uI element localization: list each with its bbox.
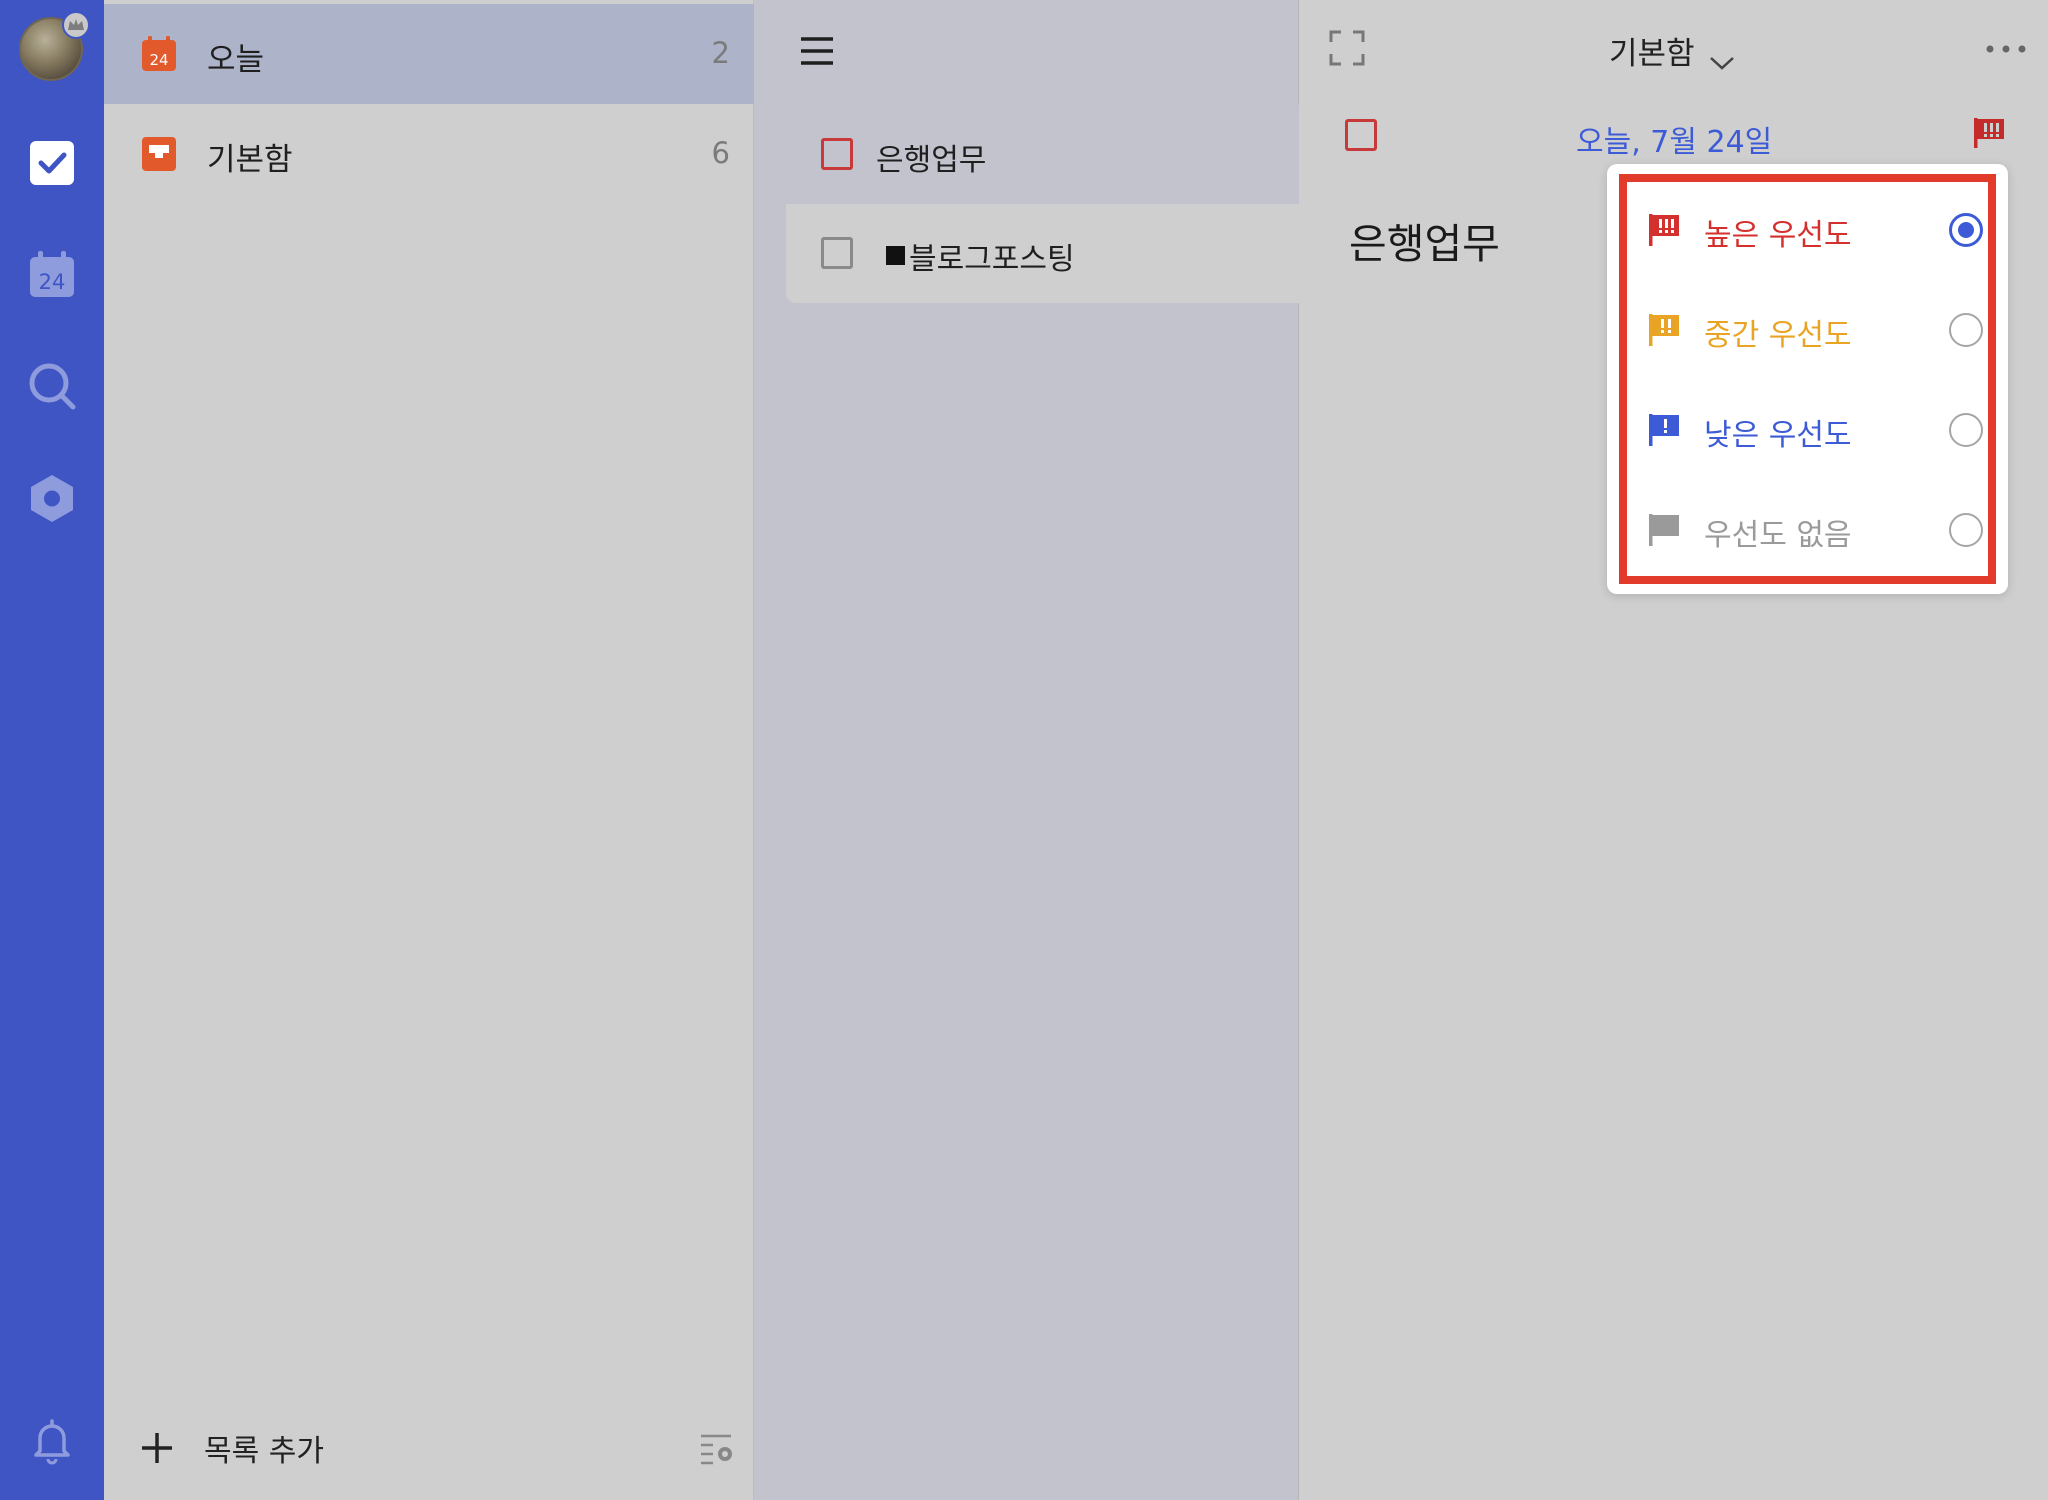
priority-label: 우선도 없음 <box>1704 518 1852 553</box>
bell-icon[interactable] <box>26 1415 78 1467</box>
task-row[interactable]: 블로그포스팅 <box>786 204 1299 303</box>
task-checkbox[interactable] <box>821 237 853 269</box>
plus-icon <box>140 1431 174 1465</box>
flag-low-icon <box>1647 412 1681 448</box>
more-options-icon[interactable] <box>1984 40 2028 53</box>
flag-high-icon <box>1647 212 1681 248</box>
crown-badge-icon <box>62 11 90 39</box>
calendar-24-icon: 24 <box>141 36 177 72</box>
flag-medium-icon <box>1647 312 1681 348</box>
highlight-frame: 높은 우선도 중간 우선도 낮은 우선도 우선도 없음 <box>1619 174 1996 584</box>
priority-menu: 높은 우선도 중간 우선도 낮은 우선도 우선도 없음 <box>1607 164 2008 594</box>
priority-flag-button[interactable] <box>1972 116 2006 150</box>
sidebar-item-label: 오늘 <box>207 42 265 78</box>
add-list-label: 목록 추가 <box>204 1434 324 1469</box>
calendar-icon-number: 24 <box>39 270 66 294</box>
priority-option-low[interactable]: 낮은 우선도 <box>1627 382 1988 482</box>
nav-rail: 24 <box>0 0 104 1500</box>
task-list: 은행업무 블로그포스팅 <box>786 105 1299 303</box>
priority-label: 중간 우선도 <box>1704 318 1852 353</box>
task-complete-checkbox[interactable] <box>1345 119 1377 151</box>
add-list-button[interactable]: 목록 추가 <box>140 1426 324 1470</box>
flag-none-icon <box>1647 512 1681 548</box>
chevron-down-icon <box>1709 43 1735 70</box>
tasks-checkbox-icon[interactable] <box>26 137 78 189</box>
task-list-panel: 은행업무 블로그포스팅 <box>754 0 1299 1500</box>
priority-option-none[interactable]: 우선도 없음 <box>1627 482 1988 582</box>
priority-label: 높은 우선도 <box>1704 218 1852 253</box>
list-name: 기본함 <box>1609 36 1695 72</box>
list-selector[interactable]: 기본함 <box>1609 28 1735 73</box>
task-detail-title[interactable]: 은행업무 <box>1349 210 1500 270</box>
priority-option-high[interactable]: 높은 우선도 <box>1627 182 1988 282</box>
sidebar-item-today[interactable]: 24 오늘 2 <box>104 4 754 104</box>
search-icon[interactable] <box>26 360 78 412</box>
due-date-button[interactable]: 오늘, 7월 24일 <box>1576 117 1772 161</box>
sidebar-item-inbox[interactable]: 기본함 6 <box>104 104 754 204</box>
list-settings-icon[interactable] <box>699 1432 735 1466</box>
menu-icon[interactable] <box>800 36 834 66</box>
expand-icon[interactable] <box>1329 30 1365 66</box>
calendar-24-icon-number: 24 <box>149 51 168 69</box>
sidebar-item-count: 2 <box>711 36 730 70</box>
lists-panel: 24 오늘 2 기본함 6 목록 추가 <box>104 0 754 1500</box>
radio-selected[interactable] <box>1949 213 1983 247</box>
sidebar-item-count: 6 <box>711 136 730 170</box>
calendar-icon[interactable]: 24 <box>26 249 78 301</box>
task-row[interactable]: 은행업무 <box>786 105 1299 204</box>
inbox-icon <box>141 136 177 172</box>
radio-unselected[interactable] <box>1949 313 1983 347</box>
radio-unselected[interactable] <box>1949 413 1983 447</box>
priority-label: 낮은 우선도 <box>1704 418 1852 453</box>
radio-unselected[interactable] <box>1949 513 1983 547</box>
settings-hexagon-icon[interactable] <box>26 472 78 524</box>
task-title: 은행업무 <box>876 143 987 178</box>
priority-option-medium[interactable]: 중간 우선도 <box>1627 282 1988 382</box>
black-square-icon <box>886 246 905 265</box>
sidebar-item-label: 기본함 <box>207 142 293 178</box>
task-title: 블로그포스팅 <box>909 242 1075 277</box>
task-checkbox[interactable] <box>821 138 853 170</box>
